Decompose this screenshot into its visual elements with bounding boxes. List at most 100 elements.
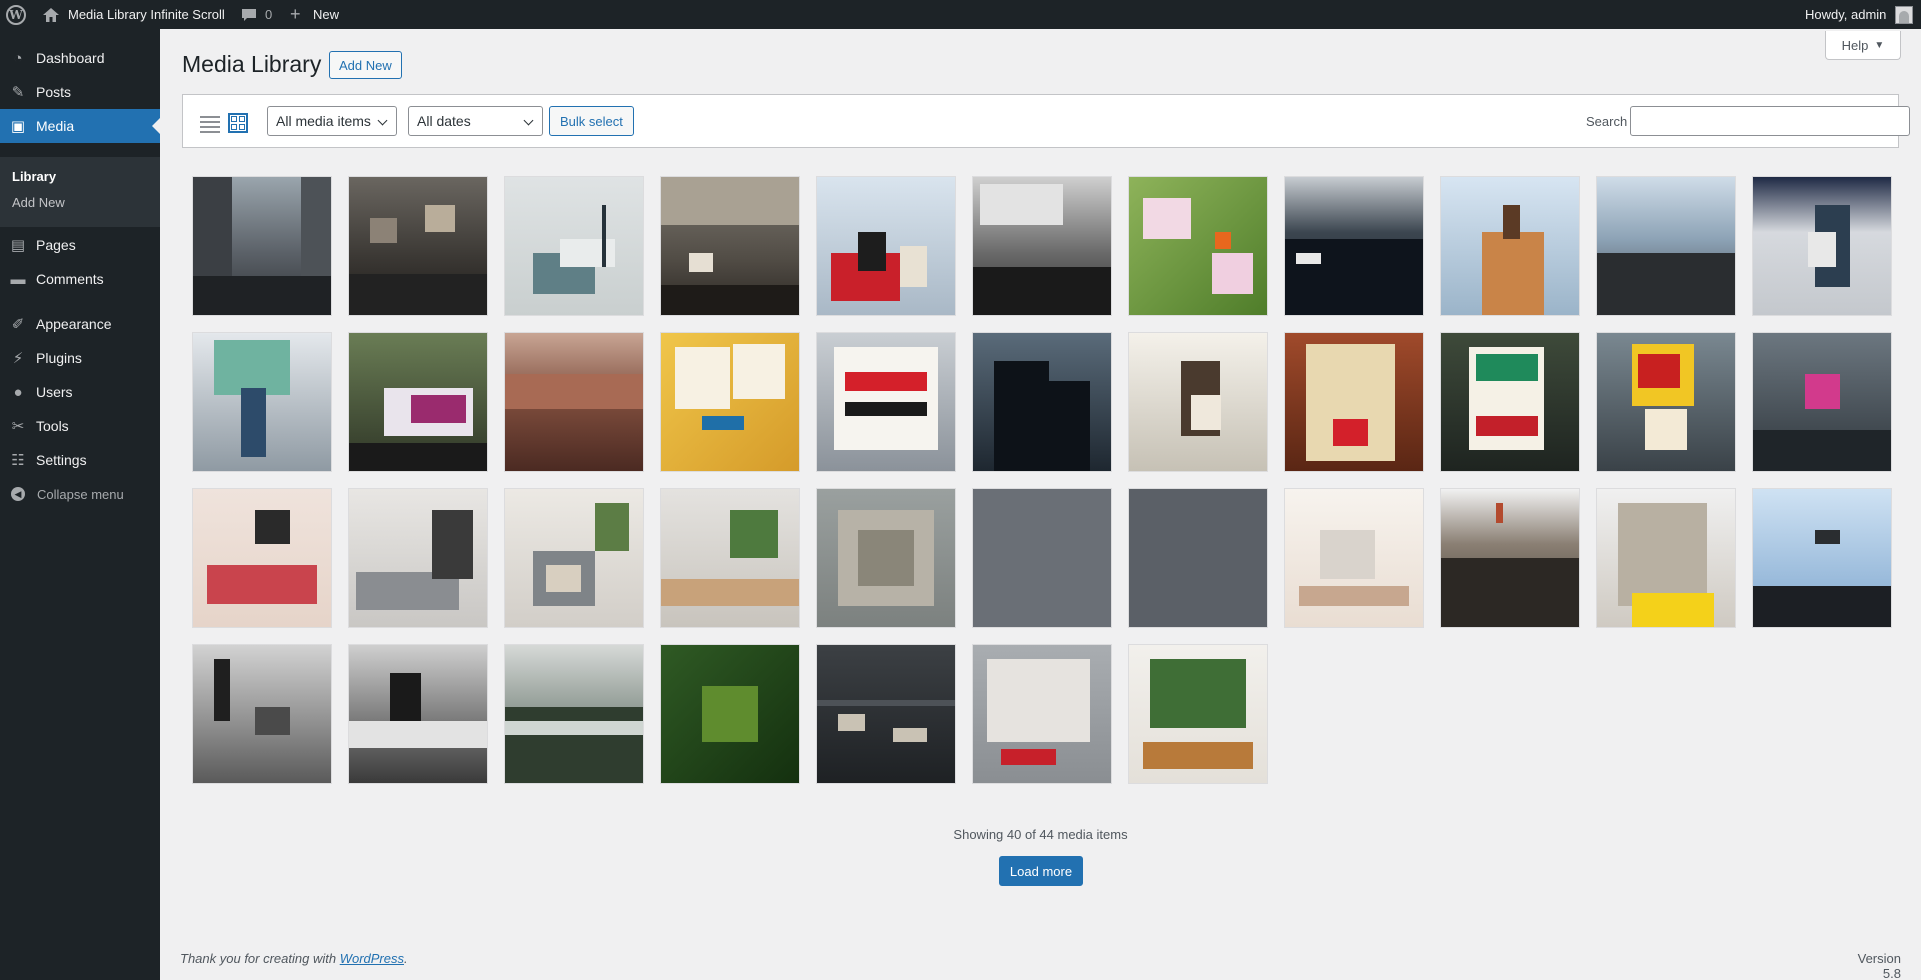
media-thumbnail[interactable] bbox=[348, 332, 488, 472]
sidebar-item-pages[interactable]: ▤ Pages bbox=[0, 228, 160, 262]
sidebar-item-plugins[interactable]: ⚡ Plugins bbox=[0, 341, 160, 375]
sidebar-item-settings[interactable]: ☷ Settings bbox=[0, 443, 160, 477]
site-name-link[interactable]: Media Library Infinite Scroll bbox=[68, 0, 225, 29]
media-thumbnail[interactable] bbox=[972, 332, 1112, 472]
comments-icon[interactable] bbox=[241, 0, 257, 29]
grid-view-icon[interactable] bbox=[228, 113, 248, 133]
media-thumbnail[interactable] bbox=[504, 332, 644, 472]
paintbrush-icon: ✐ bbox=[11, 316, 25, 333]
media-thumbnail[interactable] bbox=[1596, 332, 1736, 472]
avatar[interactable] bbox=[1895, 0, 1913, 29]
bulk-select-button[interactable]: Bulk select bbox=[549, 106, 634, 136]
media-thumbnail[interactable] bbox=[660, 644, 800, 784]
settings-icon: ☷ bbox=[11, 452, 25, 469]
home-icon bbox=[43, 0, 59, 29]
load-more-button[interactable]: Load more bbox=[999, 856, 1083, 886]
users-icon: ● bbox=[13, 383, 23, 401]
media-thumbnail[interactable] bbox=[1128, 644, 1268, 784]
add-new-button[interactable]: Add New bbox=[329, 51, 402, 79]
media-thumbnail[interactable] bbox=[1752, 176, 1892, 316]
media-thumbnail[interactable] bbox=[1284, 332, 1424, 472]
media-thumbnail[interactable] bbox=[972, 176, 1112, 316]
media-thumbnail[interactable] bbox=[192, 488, 332, 628]
media-thumbnail[interactable] bbox=[348, 644, 488, 784]
sidebar-item-posts[interactable]: ✎ Posts bbox=[0, 75, 160, 109]
media-thumbnail[interactable] bbox=[348, 176, 488, 316]
sidebar-item-label: Tools bbox=[36, 418, 69, 434]
howdy-link[interactable]: Howdy, admin bbox=[1805, 0, 1886, 29]
media-thumbnail[interactable] bbox=[972, 488, 1112, 628]
wordpress-logo-icon[interactable]: W bbox=[6, 0, 26, 29]
sidebar-item-label: Plugins bbox=[36, 350, 82, 366]
main-content: Help ▼ Media Library Add New All media i… bbox=[160, 29, 1921, 980]
media-thumbnail[interactable] bbox=[1596, 176, 1736, 316]
sidebar-item-label: Settings bbox=[36, 452, 87, 468]
media-icon: ▣ bbox=[10, 118, 26, 135]
comments-count[interactable]: 0 bbox=[265, 0, 272, 29]
media-thumbnail[interactable] bbox=[192, 176, 332, 316]
collapse-arrow-icon: ◀ bbox=[11, 487, 25, 501]
caret-down-icon: ▼ bbox=[1874, 39, 1885, 51]
media-thumbnail[interactable] bbox=[192, 644, 332, 784]
media-toolbar: All media items All dates Bulk select Se… bbox=[182, 94, 1910, 148]
plugins-icon: ⚡ bbox=[12, 350, 24, 367]
sidebar-item-comments[interactable]: ▬ Comments bbox=[0, 262, 160, 296]
collapse-menu-button[interactable]: ◀ Collapse menu bbox=[0, 477, 160, 511]
sidebar-item-media[interactable]: ▣ Media bbox=[0, 109, 160, 143]
sidebar-item-tools[interactable]: ✂ Tools bbox=[0, 409, 160, 443]
media-thumbnail[interactable] bbox=[1752, 332, 1892, 472]
sidebar-item-label: Users bbox=[36, 384, 73, 400]
sidebar-item-appearance[interactable]: ✐ Appearance bbox=[0, 307, 160, 341]
media-thumbnail[interactable] bbox=[1440, 488, 1580, 628]
media-grid bbox=[192, 176, 1892, 784]
media-thumbnail[interactable] bbox=[348, 488, 488, 628]
submenu-item-add-new[interactable]: Add New bbox=[12, 195, 65, 210]
media-thumbnail[interactable] bbox=[972, 644, 1112, 784]
sidebar-item-users[interactable]: ● Users bbox=[0, 375, 160, 409]
sidebar-item-label: Pages bbox=[36, 237, 76, 253]
dashboard-icon: ◔ bbox=[13, 49, 23, 67]
footer-thanks: Thank you for creating with WordPress. bbox=[180, 951, 408, 966]
media-thumbnail[interactable] bbox=[192, 332, 332, 472]
sidebar-item-label: Dashboard bbox=[36, 50, 105, 66]
media-thumbnail[interactable] bbox=[1596, 488, 1736, 628]
media-thumbnail[interactable] bbox=[1128, 176, 1268, 316]
wordpress-link[interactable]: WordPress bbox=[340, 951, 404, 966]
search-label: Search bbox=[1586, 114, 1628, 129]
plus-icon[interactable]: + bbox=[290, 0, 301, 29]
pushpin-icon: ✎ bbox=[11, 84, 25, 101]
media-thumbnail[interactable] bbox=[1128, 488, 1268, 628]
media-thumbnail[interactable] bbox=[816, 644, 956, 784]
sidebar-item-dashboard[interactable]: ◔ Dashboard bbox=[0, 41, 160, 75]
media-thumbnail[interactable] bbox=[1752, 488, 1892, 628]
media-thumbnail[interactable] bbox=[1440, 332, 1580, 472]
media-thumbnail[interactable] bbox=[660, 488, 800, 628]
media-thumbnail[interactable] bbox=[660, 332, 800, 472]
media-thumbnail[interactable] bbox=[816, 332, 956, 472]
media-thumbnail[interactable] bbox=[504, 176, 644, 316]
media-thumbnail[interactable] bbox=[660, 176, 800, 316]
list-view-icon[interactable] bbox=[200, 113, 220, 133]
media-type-filter[interactable]: All media items bbox=[267, 106, 397, 136]
media-thumbnail[interactable] bbox=[1284, 488, 1424, 628]
media-thumbnail[interactable] bbox=[1284, 176, 1424, 316]
date-filter[interactable]: All dates bbox=[408, 106, 543, 136]
wrench-icon: ✂ bbox=[11, 418, 25, 435]
admin-bar: W Media Library Infinite Scroll 0 + New … bbox=[0, 0, 1921, 29]
comments-icon: ▬ bbox=[10, 270, 26, 288]
media-thumbnail[interactable] bbox=[1440, 176, 1580, 316]
sidebar-item-label: Comments bbox=[36, 271, 104, 287]
search-input[interactable] bbox=[1630, 106, 1910, 136]
media-thumbnail[interactable] bbox=[816, 176, 956, 316]
media-thumbnail[interactable] bbox=[1128, 332, 1268, 472]
admin-sidebar: ◔ Dashboard ✎ Posts ▣ Media Library Add … bbox=[0, 29, 160, 980]
pages-icon: ▤ bbox=[10, 237, 26, 254]
help-tab-button[interactable]: Help ▼ bbox=[1825, 31, 1901, 60]
footer-thanks-text: Thank you for creating with bbox=[180, 951, 340, 966]
media-submenu: Library Add New bbox=[0, 157, 160, 227]
media-thumbnail[interactable] bbox=[504, 488, 644, 628]
media-thumbnail[interactable] bbox=[816, 488, 956, 628]
submenu-item-library[interactable]: Library bbox=[12, 169, 56, 184]
media-thumbnail[interactable] bbox=[504, 644, 644, 784]
new-content-link[interactable]: New bbox=[313, 0, 339, 29]
